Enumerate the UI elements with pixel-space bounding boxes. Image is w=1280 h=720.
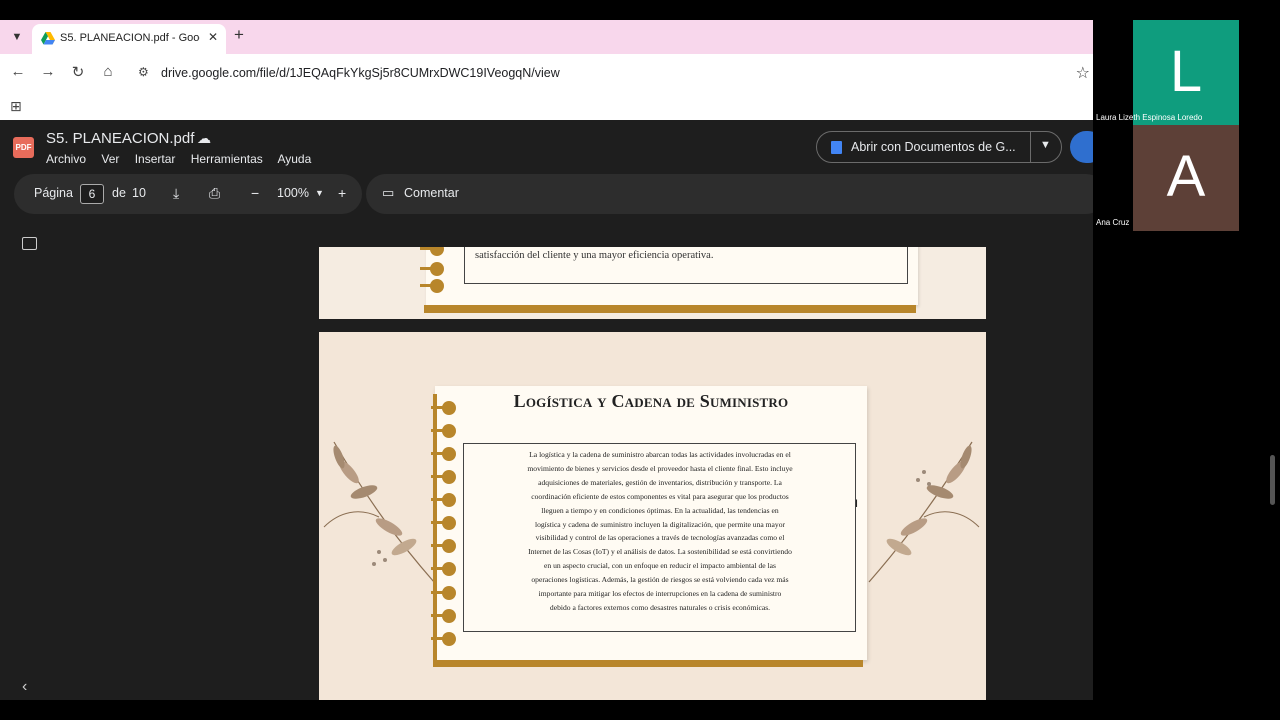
page-text: satisfacción del cliente y una mayor efi… [475, 250, 714, 261]
browser-toolbar: ← → ↻ ⌂ ⚙ drive.google.com/file/d/1JEQAq… [0, 54, 1093, 92]
slide-title: Logística y Cadena de Suministro [513, 391, 789, 411]
apps-grid-icon[interactable]: ⊞ [10, 98, 22, 115]
tab-search-chevron-icon[interactable]: ▼ [6, 27, 28, 47]
bookmark-star-icon[interactable]: ☆ [1076, 63, 1090, 83]
binder-ring [442, 470, 456, 484]
menu-ver[interactable]: Ver [101, 152, 119, 166]
binder-ring [442, 632, 456, 646]
binder-ring [430, 262, 444, 276]
participant-avatar-letter: A [1166, 144, 1206, 209]
bookmarks-bar: ⊞ [0, 92, 1093, 120]
pdf-page-6: Logística y Cadena de Suministro La logí… [319, 332, 986, 700]
google-docs-icon [831, 141, 842, 154]
body-line: operaciones logísticas. Además, la gesti… [531, 575, 789, 585]
binder-ring [430, 247, 444, 256]
body-line: logística y cadena de suministro incluye… [534, 519, 786, 529]
binder-ring [442, 539, 456, 553]
body-line: Internet de las Cosas (IoT) y el análisi… [528, 547, 792, 557]
scrollbar-thumb[interactable] [1270, 455, 1275, 505]
of-label: de [112, 186, 126, 200]
body-line: coordinación eficiente de estos componen… [531, 491, 789, 501]
comment-button[interactable]: Comentar [404, 186, 459, 200]
binder-ring [442, 609, 456, 623]
notebook-card: satisfacción del cliente y una mayor efi… [420, 247, 918, 313]
zoom-dropdown-icon[interactable]: ▼ [315, 188, 324, 198]
pdf-page-5: satisfacción del cliente y una mayor efi… [319, 247, 986, 319]
notebook-spine [433, 394, 437, 664]
tab-title: S5. PLANEACION.pdf - Google Drive [60, 32, 200, 44]
body-line: movimiento de bienes y servicios desde e… [527, 463, 793, 473]
menu-ayuda[interactable]: Ayuda [277, 152, 311, 166]
share-button[interactable] [1070, 131, 1093, 163]
menu-insertar[interactable]: Insertar [135, 152, 176, 166]
binder-ring [442, 516, 456, 530]
notebook-card: Logística y Cadena de Suministro La logí… [431, 386, 867, 667]
body-line: La logística y la cadena de suministro a… [529, 450, 791, 459]
participant-avatar-letter: L [1169, 39, 1203, 104]
notebook-bottom-bar [433, 660, 863, 667]
tab-strip: ▼ S5. PLANEACION.pdf - Google Drive ✕ + [0, 20, 1093, 54]
binder-ring [442, 562, 456, 576]
notebook-bottom-bar [424, 305, 916, 313]
binder-ring [442, 424, 456, 438]
print-icon[interactable]: ⎙ [209, 185, 220, 202]
file-name: S5. PLANEACION.pdf [46, 130, 195, 147]
open-with-button[interactable]: Abrir con Documentos de G... ▼ [816, 131, 1062, 163]
tab-close-icon[interactable]: ✕ [208, 30, 218, 44]
reload-icon[interactable]: ↻ [68, 63, 88, 81]
open-with-divider [1030, 132, 1031, 162]
zoom-in-icon[interactable]: + [338, 185, 346, 201]
body-line: lleguen a tiempo y en condiciones óptima… [541, 505, 779, 515]
body-line: visibilidad y control de las operaciones… [535, 533, 785, 543]
download-icon[interactable]: ⤓ [173, 185, 179, 202]
screen: ▼ S5. PLANEACION.pdf - Google Drive ✕ + … [0, 0, 1280, 720]
binder-ring [442, 447, 456, 461]
text-cursor-icon: I [855, 498, 859, 510]
site-info-icon[interactable]: ⚙ [138, 65, 149, 79]
page-label: Página [34, 186, 73, 200]
tab-drive-file[interactable]: S5. PLANEACION.pdf - Google Drive ✕ [32, 24, 226, 54]
binder-ring [430, 279, 444, 293]
menu-herramientas[interactable]: Herramientas [191, 152, 263, 166]
floral-decoration-right-icon [868, 441, 980, 583]
participant-tile-laura[interactable]: L [1133, 20, 1239, 126]
drive-pdf-viewer: PDF S5. PLANEACION.pdf ☁ Archivo Ver Ins… [0, 120, 1093, 700]
url-text: drive.google.com/file/d/1JEQAqFkYkgSj5r8… [161, 66, 560, 80]
google-drive-icon [41, 32, 55, 45]
forward-icon[interactable]: → [38, 63, 58, 80]
open-with-label: Abrir con Documentos de G... [851, 140, 1016, 154]
comment-bar: ▭ Comentar [366, 174, 1093, 214]
comment-icon[interactable]: ▭ [382, 185, 394, 201]
participant-name: Ana Cruz [1096, 218, 1130, 227]
address-bar[interactable]: ⚙ drive.google.com/file/d/1JEQAqFkYkgSj5… [130, 58, 1090, 88]
home-icon[interactable]: ⌂ [98, 63, 118, 80]
floral-decoration-left-icon [323, 441, 435, 583]
pdf-file-icon: PDF [13, 137, 34, 158]
menu-archivo[interactable]: Archivo [46, 152, 86, 166]
body-line: en un aspecto crucial, con un enfoque en… [544, 561, 776, 571]
participant-name: Laura Lizeth Espinosa Loredo [1096, 113, 1203, 122]
body-line: importante para mitigar los efectos de i… [538, 589, 782, 599]
zoom-level[interactable]: 100% [277, 186, 309, 200]
body-line: debido a factores externos como desastre… [549, 602, 771, 612]
browser-window: ▼ S5. PLANEACION.pdf - Google Drive ✕ + … [0, 20, 1093, 700]
open-with-dropdown-icon[interactable]: ▼ [1040, 139, 1051, 151]
back-icon[interactable]: ← [8, 63, 28, 80]
body-line: adquisiciones de materiales, gestión de … [538, 477, 782, 487]
slide-body: La logística y la cadena de suministro a… [469, 448, 851, 615]
menu-bar: Archivo Ver Insertar Herramientas Ayuda [46, 152, 323, 166]
collapse-left-icon[interactable]: ‹ [22, 678, 27, 696]
binder-ring [442, 493, 456, 507]
new-tab-button[interactable]: + [234, 25, 244, 45]
zoom-out-icon[interactable]: − [251, 185, 259, 201]
page-controls: Página 6 de 10 ⤓ ⎙ − 100% ▼ + [14, 174, 362, 214]
binder-ring [442, 401, 456, 415]
total-pages: 10 [132, 186, 146, 200]
image-thumbnail-icon[interactable] [22, 237, 37, 250]
cloud-status-icon[interactable]: ☁ [197, 130, 211, 147]
binder-ring [442, 586, 456, 600]
participant-tile-ana[interactable]: A [1133, 125, 1239, 231]
page-number-input[interactable]: 6 [80, 184, 104, 204]
